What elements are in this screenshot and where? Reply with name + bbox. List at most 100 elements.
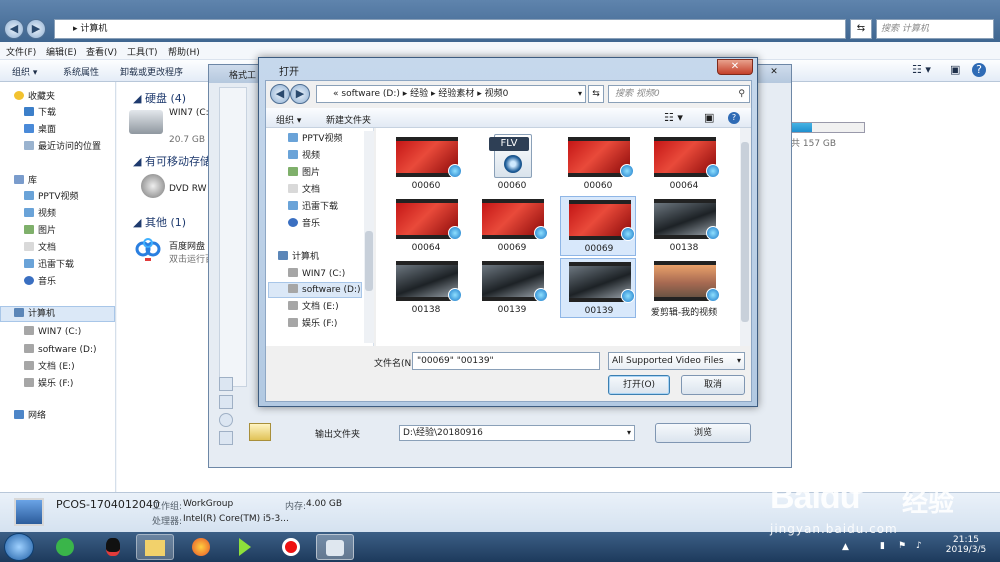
nav-drive-d[interactable]: software (D:) xyxy=(24,343,97,357)
filetype-select[interactable]: All Supported Video Files ▾ xyxy=(608,352,745,370)
nav-pane-scroll-thumb[interactable] xyxy=(365,231,373,291)
dlg-nav-drive-d[interactable]: software (D:) xyxy=(288,283,361,297)
dlg-nav-drive-e[interactable]: 文档 (E:) xyxy=(288,300,339,314)
file-item[interactable]: 爱剪辑-我的视频 xyxy=(646,258,722,318)
taskbar-iqiyi-icon[interactable] xyxy=(226,534,264,560)
dialog-forward-arrow-icon[interactable]: ▶ xyxy=(290,84,310,104)
help-icon[interactable]: ? xyxy=(728,112,740,124)
cancel-button[interactable]: 取消 xyxy=(681,375,745,395)
ff-music-icon[interactable] xyxy=(219,377,233,391)
file-item[interactable]: 00138 xyxy=(646,196,722,256)
file-item[interactable]: 00139 xyxy=(474,258,550,318)
breadcrumb-jingyan[interactable]: 经验 xyxy=(410,89,428,99)
dialog-back-arrow-icon[interactable]: ◀ xyxy=(270,84,290,104)
file-item[interactable]: 00069 xyxy=(474,196,550,256)
file-item[interactable]: FLV 00060 xyxy=(474,134,550,194)
taskbar-format-factory-icon[interactable] xyxy=(316,534,354,560)
nav-recent[interactable]: 最近访问的位置 xyxy=(24,140,101,154)
refresh-icon[interactable]: ⇆ xyxy=(850,19,872,39)
file-item[interactable]: 00064 xyxy=(388,196,464,256)
nav-lib-docs[interactable]: 文档 xyxy=(24,241,56,255)
file-item[interactable]: 00139 xyxy=(560,258,636,318)
dlg-nav-thunder[interactable]: 迅雷下载 xyxy=(288,200,338,214)
menu-tools[interactable]: 工具(T) xyxy=(127,45,158,58)
back-arrow-icon[interactable]: ◀ xyxy=(4,19,24,39)
forward-arrow-icon[interactable]: ▶ xyxy=(26,19,46,39)
baidu-netdisk-name[interactable]: 百度网盘 xyxy=(169,239,205,252)
menu-help[interactable]: 帮助(H) xyxy=(168,45,200,58)
menu-view[interactable]: 查看(V) xyxy=(86,45,117,58)
nav-lib-music[interactable]: 音乐 xyxy=(24,275,56,289)
output-folder-select[interactable]: D:\经验\20180916 ▾ xyxy=(399,425,635,441)
file-item[interactable]: 00069 xyxy=(560,196,636,256)
nav-lib-thunder[interactable]: 迅雷下载 xyxy=(24,258,74,272)
dlg-nav-video[interactable]: 视频 xyxy=(288,149,320,163)
system-properties-button[interactable]: 系统属性 xyxy=(63,65,99,78)
file-item[interactable]: 00060 xyxy=(388,134,464,194)
nav-drive-c[interactable]: WIN7 (C:) xyxy=(24,325,81,339)
dlg-nav-docs[interactable]: 文档 xyxy=(288,183,320,197)
nav-computer[interactable]: 计算机 xyxy=(14,307,55,321)
help-icon[interactable]: ? xyxy=(972,63,986,77)
nav-drive-f[interactable]: 娱乐 (F:) xyxy=(24,377,73,391)
ff-folder-icon[interactable] xyxy=(249,423,271,441)
nav-desktop[interactable]: 桌面 xyxy=(24,123,56,137)
breadcrumb-drive[interactable]: software (D:) xyxy=(341,89,400,99)
view-options-icon[interactable]: ☷ ▾ xyxy=(664,111,683,124)
nav-drive-e[interactable]: 文档 (E:) xyxy=(24,360,75,374)
menu-edit[interactable]: 编辑(E) xyxy=(46,45,77,58)
nav-favorites[interactable]: 收藏夹 xyxy=(14,90,55,104)
nav-network[interactable]: 网络 xyxy=(14,409,46,423)
chevron-down-icon[interactable]: ▾ xyxy=(578,86,582,102)
dlg-nav-music[interactable]: 音乐 xyxy=(288,217,320,231)
explorer-search-input[interactable]: 搜索 计算机 xyxy=(876,19,994,39)
dialog-close-button[interactable]: ✕ xyxy=(717,59,753,75)
breadcrumb-sucai[interactable]: 经验素材 xyxy=(438,89,474,99)
dialog-search-input[interactable]: 搜索 视频0 ⚲ xyxy=(608,85,750,103)
nav-lib-pptv[interactable]: PPTV视频 xyxy=(24,190,79,204)
view-options-icon[interactable]: ☷ ▾ xyxy=(912,63,931,76)
ff-close-icon[interactable]: ✕ xyxy=(761,67,787,81)
breadcrumb-video0[interactable]: 视频0 xyxy=(485,89,509,99)
file-item[interactable]: 00064 xyxy=(646,134,722,194)
ff-tools-icon[interactable] xyxy=(219,431,233,445)
dlg-nav-drive-c[interactable]: WIN7 (C:) xyxy=(288,267,345,281)
file-list-scroll-thumb[interactable] xyxy=(741,142,749,322)
file-list-scrollbar[interactable] xyxy=(740,128,750,346)
uninstall-button[interactable]: 卸载或更改程序 xyxy=(120,65,183,78)
dlg-nav-drive-f[interactable]: 娱乐 (F:) xyxy=(288,317,337,331)
taskbar-explorer-icon[interactable] xyxy=(136,534,174,560)
nav-lib-video[interactable]: 视频 xyxy=(24,207,56,221)
file-item[interactable]: 00138 xyxy=(388,258,464,318)
file-item[interactable]: 00060 xyxy=(560,134,636,194)
dlg-nav-computer[interactable]: 计算机 xyxy=(278,250,319,264)
dialog-refresh-icon[interactable]: ⇆ xyxy=(588,85,604,103)
drive-c-name[interactable]: WIN7 (C:) xyxy=(169,108,212,118)
dlg-nav-pptv[interactable]: PPTV视频 xyxy=(288,132,343,146)
new-folder-button[interactable]: 新建文件夹 xyxy=(326,113,371,126)
ff-image-icon[interactable] xyxy=(219,395,233,409)
preview-pane-icon[interactable]: ▣ xyxy=(704,111,714,124)
nav-downloads[interactable]: 下载 xyxy=(24,106,56,120)
taskbar-qq-icon[interactable] xyxy=(94,534,132,560)
nav-lib-pictures[interactable]: 图片 xyxy=(24,224,56,238)
taskbar-firefox-icon[interactable] xyxy=(182,534,220,560)
menu-file[interactable]: 文件(F) xyxy=(6,45,36,58)
preview-pane-icon[interactable]: ▣ xyxy=(950,63,960,76)
dialog-address-bar[interactable]: « software (D:) ▸ 经验 ▸ 经验素材 ▸ 视频0 ▾ xyxy=(316,85,586,103)
explorer-address-bar[interactable]: ▸ 计算机 xyxy=(54,19,846,39)
ff-disc-icon[interactable] xyxy=(219,413,233,427)
browse-button[interactable]: 浏览 xyxy=(655,423,751,443)
nav-libraries[interactable]: 库 xyxy=(14,174,37,188)
open-button[interactable]: 打开(O) xyxy=(608,375,670,395)
dlg-nav-pictures[interactable]: 图片 xyxy=(288,166,320,180)
taskbar-recorder-icon[interactable] xyxy=(272,534,310,560)
start-button-icon[interactable] xyxy=(4,533,34,561)
filename-input[interactable]: "00069" "00139" xyxy=(412,352,600,370)
nav-pane-scrollbar[interactable] xyxy=(364,131,374,343)
dvd-drive-name[interactable]: DVD RW xyxy=(169,184,207,194)
taskbar-360-icon[interactable] xyxy=(46,534,84,560)
dialog-organize-button[interactable]: 组织 ▾ xyxy=(276,113,301,126)
organize-button[interactable]: 组织 ▾ xyxy=(12,65,37,78)
dlg-nav-label: 图片 xyxy=(302,168,321,178)
